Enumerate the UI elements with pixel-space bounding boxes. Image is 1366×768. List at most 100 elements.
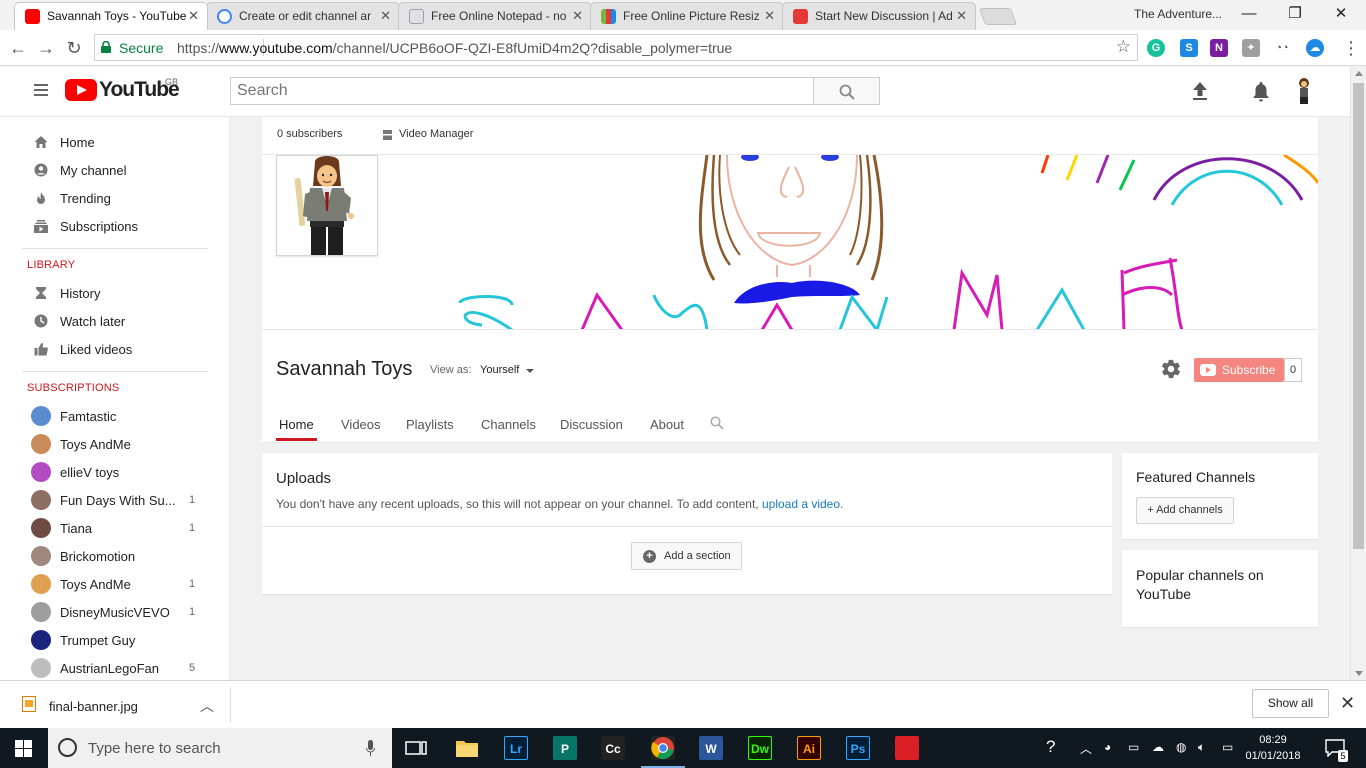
network-icon[interactable]: ◍: [1176, 740, 1186, 754]
app-red-app-icon[interactable]: Cc: [601, 736, 625, 760]
sidebar-subscription-item[interactable]: Brickomotion: [0, 542, 229, 570]
tab-channels[interactable]: Channels: [481, 417, 536, 432]
sidebar-subscription-item[interactable]: Trumpet Guy: [0, 626, 229, 654]
chrome-menu-icon[interactable]: ⋮: [1342, 38, 1360, 58]
sidebar-subscription-item[interactable]: DisneyMusicVEVO 1: [0, 598, 229, 626]
show-all-downloads-button[interactable]: Show all: [1252, 689, 1329, 718]
browser-tab-youtube[interactable]: Savannah Toys - YouTube ✕: [14, 2, 208, 30]
close-tab-icon[interactable]: ✕: [380, 3, 391, 29]
scrollbar-thumb[interactable]: [1353, 83, 1364, 549]
battery-icon[interactable]: ▭: [1128, 740, 1139, 754]
minimize-icon[interactable]: —: [1226, 3, 1272, 25]
word-app-icon[interactable]: W: [699, 736, 723, 760]
subscribe-button[interactable]: Subscribe: [1194, 358, 1284, 382]
system-clock[interactable]: 08:29 01/01/2018: [1243, 732, 1303, 764]
grammarly-extension-icon[interactable]: G: [1147, 39, 1165, 57]
forward-arrow-icon[interactable]: →: [34, 36, 58, 60]
tab-playlists[interactable]: Playlists: [406, 417, 454, 432]
close-window-icon[interactable]: ✕: [1318, 3, 1364, 25]
microphone-icon[interactable]: [366, 740, 375, 756]
dreamweaver-app-icon[interactable]: Dw: [748, 736, 772, 760]
caret-down-icon[interactable]: [526, 369, 534, 373]
chevron-up-icon[interactable]: ︿: [200, 696, 214, 716]
close-tab-icon[interactable]: ✕: [188, 3, 199, 29]
guide-menu-icon[interactable]: [34, 84, 48, 96]
sidebar-item-liked-videos[interactable]: Liked videos: [0, 335, 229, 363]
channel-title[interactable]: Savannah Toys: [276, 358, 412, 381]
browser-tab-google-support[interactable]: Create or edit channel ar ✕: [206, 2, 400, 30]
view-as-dropdown[interactable]: Yourself: [480, 364, 519, 376]
browser-tab-picture-resizer[interactable]: Free Online Picture Resiz ✕: [590, 2, 784, 30]
close-tab-icon[interactable]: ✕: [764, 3, 775, 29]
windows-start-icon[interactable]: [15, 740, 32, 757]
close-tab-icon[interactable]: ✕: [956, 3, 967, 29]
publisher-app-icon[interactable]: P: [553, 736, 577, 760]
scroll-down-arrow-icon[interactable]: [1355, 671, 1363, 676]
channel-avatar[interactable]: [276, 155, 378, 256]
sidebar-subscription-item[interactable]: Famtastic: [0, 402, 229, 430]
search-input[interactable]: [231, 78, 813, 104]
sidebar-subscription-item[interactable]: Tiana 1: [0, 514, 229, 542]
search-button[interactable]: [813, 77, 880, 105]
cloud-extension-icon[interactable]: ☁: [1306, 39, 1324, 57]
youtube-logo-icon[interactable]: [65, 79, 97, 101]
bookmark-star-icon[interactable]: ☆: [1116, 37, 1131, 57]
onedrive-cloud-icon[interactable]: ☁: [1152, 740, 1164, 754]
tab-home[interactable]: Home: [279, 417, 314, 432]
sidebar-subscription-item[interactable]: Toys AndMe 1: [0, 570, 229, 598]
back-arrow-icon[interactable]: ←: [6, 36, 30, 60]
featured-channels-title: Featured Channels: [1136, 469, 1256, 485]
restore-icon[interactable]: ❐: [1272, 3, 1318, 25]
sidebar-item-subscriptions[interactable]: Subscriptions: [0, 212, 229, 240]
sidebar-item-home[interactable]: Home: [0, 128, 229, 156]
lightroom-app-icon[interactable]: Lr: [504, 736, 528, 760]
chrome-app-icon[interactable]: [641, 736, 685, 768]
task-view-icon[interactable]: [405, 739, 427, 757]
file-explorer-icon[interactable]: [455, 738, 479, 758]
tab-about[interactable]: About: [650, 417, 684, 432]
show-hidden-icons-icon[interactable]: ︿: [1080, 740, 1092, 757]
illustrator-app-icon[interactable]: Ai: [797, 736, 821, 760]
browser-tab-adobe-forum[interactable]: Start New Discussion | Ad ✕: [782, 2, 976, 30]
search-field[interactable]: [230, 77, 814, 105]
page-scrollbar[interactable]: [1350, 67, 1366, 680]
sidebar-item-watch-later[interactable]: Watch later: [0, 307, 229, 335]
help-icon[interactable]: ?: [1046, 737, 1055, 757]
video-manager-link[interactable]: Video Manager: [399, 128, 473, 140]
taskbar-search-box[interactable]: Type here to search: [48, 728, 392, 768]
color-tray-icon[interactable]: ◕: [1104, 740, 1111, 754]
upload-video-link[interactable]: upload a video: [762, 497, 840, 511]
sidebar-item-trending[interactable]: Trending: [0, 184, 229, 212]
scroll-up-arrow-icon[interactable]: [1355, 71, 1363, 76]
close-download-shelf-icon[interactable]: ✕: [1340, 693, 1355, 714]
skype-extension-icon[interactable]: S: [1180, 39, 1198, 57]
downloaded-file-name[interactable]: final-banner.jpg: [49, 699, 138, 714]
sidebar-subscription-item[interactable]: AustrianLegoFan 5: [0, 654, 229, 680]
sidebar-subscription-item[interactable]: Fun Days With Su... 1: [0, 486, 229, 514]
puzzle-extension-icon[interactable]: ✦: [1242, 39, 1260, 57]
sidebar-subscription-item[interactable]: Toys AndMe: [0, 430, 229, 458]
glasses-extension-icon[interactable]: ◔◔: [1273, 39, 1291, 57]
sidebar-item-history[interactable]: History: [0, 279, 229, 307]
browser-tab-notepad[interactable]: Free Online Notepad - no ✕: [398, 2, 592, 30]
address-bar[interactable]: Secure https://www.youtube.com/channel/U…: [94, 34, 1138, 61]
channel-search-icon[interactable]: [710, 416, 724, 430]
tab-discussion[interactable]: Discussion: [560, 417, 623, 432]
tab-videos[interactable]: Videos: [341, 417, 381, 432]
language-icon[interactable]: ▭: [1222, 740, 1233, 754]
creative-cloud-app-icon[interactable]: [895, 736, 919, 760]
onenote-extension-icon[interactable]: N: [1210, 39, 1228, 57]
new-tab-button[interactable]: [978, 8, 1018, 25]
upload-icon[interactable]: [1189, 80, 1211, 102]
account-avatar[interactable]: [1294, 77, 1314, 105]
photoshop-app-icon[interactable]: Ps: [846, 736, 870, 760]
add-section-button[interactable]: + Add a section: [631, 542, 742, 570]
reload-icon[interactable]: ↻: [62, 36, 86, 60]
close-tab-icon[interactable]: ✕: [572, 3, 583, 29]
add-channels-button[interactable]: + Add channels: [1136, 497, 1234, 524]
sidebar-item-my-channel[interactable]: My channel: [0, 156, 229, 184]
channel-settings-gear-icon[interactable]: [1160, 358, 1182, 380]
notifications-bell-icon[interactable]: [1250, 80, 1272, 102]
volume-icon[interactable]: 🔈︎: [1198, 740, 1205, 755]
sidebar-subscription-item[interactable]: ellieV toys: [0, 458, 229, 486]
